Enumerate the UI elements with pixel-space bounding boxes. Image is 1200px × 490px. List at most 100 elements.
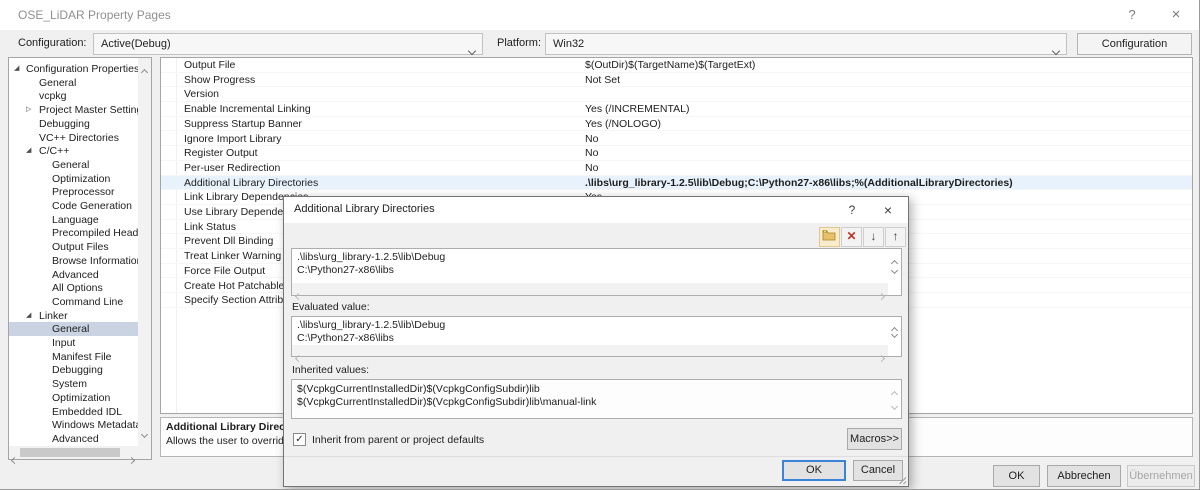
tree-item-label: Debugging: [52, 363, 103, 377]
tree-item-project-master-settings[interactable]: ▷Project Master Settings: [9, 103, 138, 117]
chevron-down-icon[interactable]: [892, 260, 897, 278]
tree-item-windows-metadata[interactable]: Windows Metadata: [9, 418, 138, 432]
tree-horizontal-scrollbar[interactable]: [9, 446, 138, 459]
tree-item-manifest-file[interactable]: Manifest File: [9, 350, 138, 364]
tree-vertical-scrollbar[interactable]: [138, 58, 151, 446]
platform-dropdown[interactable]: Win32: [545, 33, 1067, 55]
tree-item-precompiled-headers[interactable]: Precompiled Headers: [9, 226, 138, 240]
ok-button[interactable]: OK: [993, 465, 1040, 487]
tree-item-c-c++[interactable]: ◢C/C++: [9, 144, 138, 158]
dialog-cancel-button[interactable]: Cancel: [853, 460, 903, 481]
tree-item-advanced[interactable]: Advanced: [9, 432, 138, 446]
tree-item-general[interactable]: General: [9, 76, 138, 90]
chevron-left-icon[interactable]: [12, 450, 17, 468]
property-name: Version: [184, 88, 219, 101]
property-name: Force File Output: [184, 265, 265, 278]
tree-item-optimization[interactable]: Optimization: [9, 391, 138, 405]
chevron-down-icon[interactable]: [892, 324, 897, 342]
tree-item-linker[interactable]: ◢Linker: [9, 309, 138, 323]
cancel-button[interactable]: Abbrechen: [1047, 465, 1121, 487]
tree-item-debugging[interactable]: Debugging: [9, 117, 138, 131]
move-down-button[interactable]: ↓: [863, 227, 884, 247]
chevron-down-icon[interactable]: [892, 396, 897, 414]
tree-item-preprocessor[interactable]: Preprocessor: [9, 185, 138, 199]
description-text: Allows the user to override t: [166, 435, 296, 447]
property-name: Additional Library Directories: [184, 177, 318, 190]
tree-item-vcpkg[interactable]: vcpkg: [9, 89, 138, 103]
property-row[interactable]: Per-user RedirectionNo: [161, 161, 1192, 176]
help-icon[interactable]: ?: [1120, 6, 1144, 24]
property-row[interactable]: Show ProgressNot Set: [161, 73, 1192, 88]
directories-list-box[interactable]: .\libs\urg_library-1.2.5\lib\DebugC:\Pyt…: [291, 248, 902, 296]
chevron-right-icon[interactable]: [129, 450, 134, 468]
tree-item-vc++-directories[interactable]: VC++ Directories: [9, 131, 138, 145]
property-row[interactable]: Version: [161, 87, 1192, 102]
property-row[interactable]: Register OutputNo: [161, 146, 1192, 161]
inherit-checkbox[interactable]: ✓: [293, 433, 306, 446]
property-row[interactable]: Output File$(OutDir)$(TargetName)$(Targe…: [161, 58, 1192, 73]
collapse-icon[interactable]: ◢: [14, 65, 19, 73]
path-line[interactable]: .\libs\urg_library-1.2.5\lib\Debug: [297, 251, 445, 264]
tree-item-general[interactable]: General: [9, 322, 138, 336]
close-icon[interactable]: ×: [1164, 6, 1188, 24]
tree-item-input[interactable]: Input: [9, 336, 138, 350]
property-row[interactable]: Suppress Startup BannerYes (/NOLOGO): [161, 117, 1192, 132]
property-value: No: [585, 162, 598, 175]
property-value: No: [585, 147, 598, 160]
dialog-titlebar: Additional Library Directories ? ×: [284, 197, 908, 223]
path-line: C:\Python27-x86\libs: [297, 332, 394, 345]
horizontal-scrollbar[interactable]: [292, 283, 888, 295]
dialog-title: Additional Library Directories: [294, 203, 435, 215]
tree-item-embedded-idl[interactable]: Embedded IDL: [9, 405, 138, 419]
tree-item-optimization[interactable]: Optimization: [9, 172, 138, 186]
dialog-ok-button[interactable]: OK: [782, 460, 846, 481]
collapse-icon[interactable]: ◢: [26, 312, 31, 320]
tree-item-label: Input: [52, 336, 75, 350]
check-icon: ✓: [295, 434, 303, 445]
arrow-down-icon: ↓: [871, 229, 877, 243]
tree-item-label: General: [52, 322, 89, 336]
horizontal-scrollbar[interactable]: [292, 345, 888, 356]
property-name: Link Status: [184, 221, 236, 234]
tree-item-output-files[interactable]: Output Files: [9, 240, 138, 254]
chevron-right-icon[interactable]: [879, 286, 884, 304]
configuration-dropdown[interactable]: Active(Debug): [93, 33, 483, 55]
property-name: Prevent Dll Binding: [184, 235, 273, 248]
move-up-button[interactable]: ↑: [885, 227, 906, 247]
configuration-manager-button[interactable]: Configuration Manager...: [1077, 33, 1192, 55]
tree-item-browse-information[interactable]: Browse Information: [9, 254, 138, 268]
tree-item-label: Preprocessor: [52, 185, 114, 199]
tree-item-all-options[interactable]: All Options: [9, 281, 138, 295]
chevron-up-icon[interactable]: [142, 62, 147, 80]
macros-button[interactable]: Macros>>: [847, 428, 902, 450]
tree-item-debugging[interactable]: Debugging: [9, 363, 138, 377]
property-row[interactable]: Ignore Import LibraryNo: [161, 132, 1192, 147]
tree-item-general[interactable]: General: [9, 158, 138, 172]
new-line-button[interactable]: [819, 227, 840, 247]
collapse-icon[interactable]: ◢: [26, 147, 31, 155]
property-row[interactable]: Additional Library Directories .\libs\urg…: [161, 176, 1192, 191]
window-titlebar: OSE_LiDAR Property Pages ? ×: [0, 0, 1199, 30]
tree-item-language[interactable]: Language: [9, 213, 138, 227]
tree-item-advanced[interactable]: Advanced: [9, 268, 138, 282]
help-icon[interactable]: ?: [840, 201, 864, 219]
tree-item-system[interactable]: System: [9, 377, 138, 391]
tree-item-code-generation[interactable]: Code Generation: [9, 199, 138, 213]
scrollbar-thumb[interactable]: [20, 448, 120, 457]
chevron-right-icon[interactable]: [879, 348, 884, 366]
delete-line-button[interactable]: ✕: [841, 227, 862, 247]
property-value: .\libs\urg_library-1.2.5\lib\Debug;C:\Py…: [585, 177, 1013, 190]
property-row[interactable]: Enable Incremental LinkingYes (/INCREMEN…: [161, 102, 1192, 117]
tree-item-label: Language: [52, 213, 99, 227]
tree-item-configuration-properties[interactable]: ◢Configuration Properties: [9, 62, 138, 76]
close-icon[interactable]: ×: [876, 201, 900, 219]
tree-item-label: VC++ Directories: [39, 131, 119, 145]
dialog-separator: [284, 456, 908, 457]
path-line[interactable]: C:\Python27-x86\libs: [297, 264, 394, 277]
chevron-down-icon[interactable]: [142, 424, 147, 442]
platform-label: Platform:: [497, 37, 541, 49]
tree-item-label: vcpkg: [39, 89, 66, 103]
tree-item-command-line[interactable]: Command Line: [9, 295, 138, 309]
expand-icon[interactable]: ▷: [26, 106, 31, 114]
tree-item-label: General: [52, 158, 89, 172]
